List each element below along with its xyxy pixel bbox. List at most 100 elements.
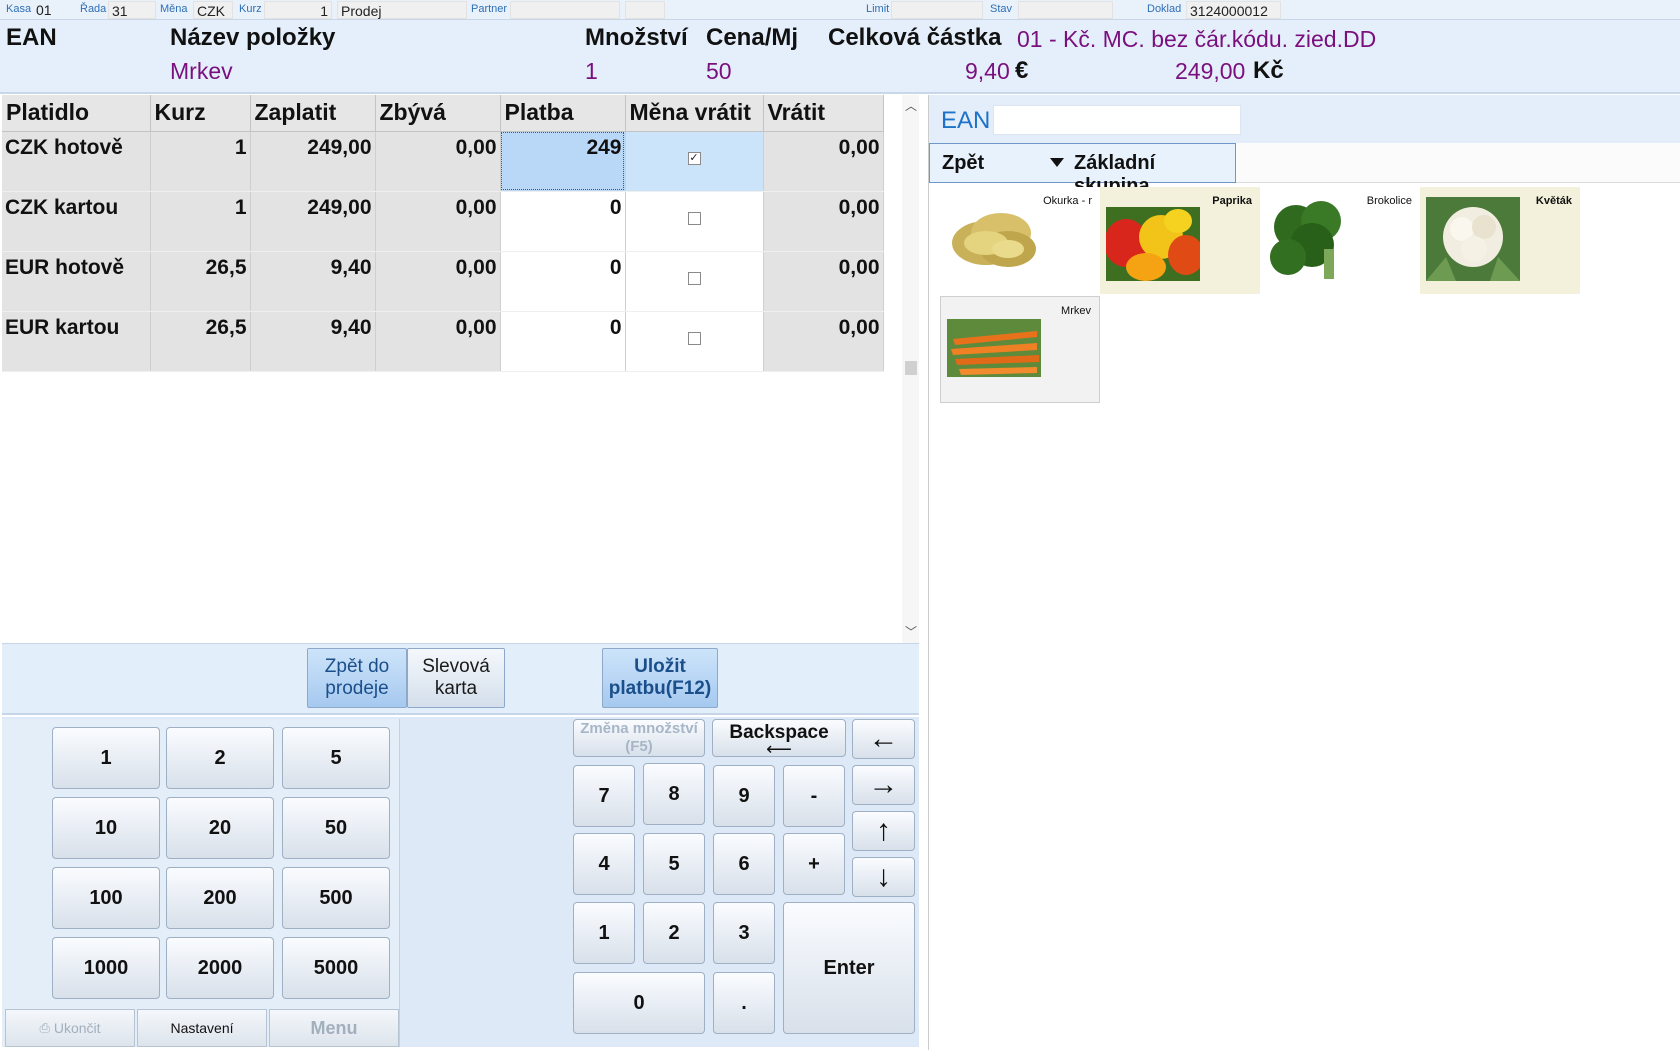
exit-icon: ⎙ [39,1020,50,1035]
return-currency-checkbox[interactable] [687,331,701,345]
kurz-cell: 26,5 [150,251,251,312]
amount-key-1000[interactable]: 1000 [52,937,160,999]
menu-button[interactable]: Menu [269,1009,399,1047]
amount-key-10[interactable]: 10 [52,797,160,859]
cauliflower-image [1426,197,1520,281]
amount-key-5000[interactable]: 5000 [282,937,390,999]
col-mena-vratit[interactable]: Měna vrátit [625,95,764,132]
total-heading: Celková částka [828,24,1002,51]
scroll-up-icon[interactable]: ︿ [905,97,917,114]
arrow-right-icon[interactable]: → [852,765,915,805]
item-name-heading: Název položky [170,24,336,51]
ean-search-row: EAN [929,95,1680,143]
product-tile-okurka[interactable]: Okurka - r [940,187,1100,294]
numpad-key-minus[interactable]: - [783,765,845,827]
arrow-down-icon[interactable]: ↓ [852,857,915,897]
col-kurz[interactable]: Kurz [150,95,251,132]
vratit-cell: 0,00 [763,251,884,312]
discount-card-button[interactable]: Slevová karta [407,648,505,708]
numpad-key-7[interactable]: 7 [573,765,635,827]
pos-payment-window: Kasa 01 Řada 31 Měna CZK Kurz 1 Prodej P… [0,0,1680,1050]
col-platidlo[interactable]: Platidlo [2,95,151,132]
product-tile-brokolice[interactable]: Brokolice [1260,187,1420,294]
enter-button[interactable]: Enter [783,902,915,1034]
numpad-key-2[interactable]: 2 [643,902,705,964]
product-name: Paprika [1212,195,1252,207]
col-zbyva[interactable]: Zbývá [375,95,501,132]
product-name: Brokolice [1366,195,1412,207]
col-platba[interactable]: Platba [500,95,626,132]
platba-cell[interactable]: 0 [500,191,626,252]
arrow-up-icon[interactable]: ↑ [852,811,915,851]
pickle-image [946,197,1040,281]
amount-key-100[interactable]: 100 [52,867,160,929]
amount-key-500[interactable]: 500 [282,867,390,929]
kurz-value: 1 [264,1,332,19]
platidlo-cell: CZK kartou [2,191,151,252]
product-tile-paprika[interactable]: Paprika [1100,187,1260,294]
numpad-key-dot[interactable]: . [713,972,775,1034]
partner-label: Partner [471,3,508,15]
group-back-label: Zpět [942,152,985,174]
numpad-key-1[interactable]: 1 [573,902,635,964]
product-tile-kvetak[interactable]: Květák [1420,187,1580,294]
kurz-label: Kurz [239,3,262,15]
arrow-left-icon[interactable]: ← [852,719,915,759]
scroll-down-icon[interactable]: ﹀ [905,623,917,640]
amount-key-2[interactable]: 2 [166,727,274,789]
zbyva-cell: 0,00 [375,311,501,372]
mena-vratit-cell[interactable] [625,311,764,372]
table-row[interactable]: EUR hotově 26,5 9,40 0,00 0 0,00 [2,251,884,312]
scroll-thumb[interactable] [905,361,917,375]
grid-scrollbar[interactable]: ︿ ﹀ [902,95,919,643]
amount-key-50[interactable]: 50 [282,797,390,859]
return-currency-checkbox[interactable] [687,271,701,285]
table-row[interactable]: EUR kartou 26,5 9,40 0,00 0 0,00 [2,311,884,372]
zaplatit-cell: 249,00 [250,131,376,192]
czk-symbol: Kč [1253,57,1284,84]
amount-keys-panel: 1 2 5 10 20 50 100 200 500 1000 2000 500… [2,719,400,1047]
col-vratit[interactable]: Vrátit [763,95,884,132]
return-currency-checkbox[interactable]: ✓ [687,151,701,165]
numpad-key-plus[interactable]: + [783,833,845,895]
carrot-image [947,319,1041,377]
item-name-value: Mrkev [170,58,233,84]
mena-vratit-cell[interactable] [625,191,764,252]
exit-button[interactable]: ⎙ Ukončit [5,1009,135,1047]
numpad-key-4[interactable]: 4 [573,833,635,895]
amount-key-5[interactable]: 5 [282,727,390,789]
group-back-button[interactable]: Zpět Základní skupina [929,143,1236,197]
return-currency-checkbox[interactable] [687,211,701,225]
product-tile-mrkev[interactable]: Mrkev [940,296,1100,403]
mena-vratit-cell[interactable]: ✓ [625,131,764,192]
amount-key-2000[interactable]: 2000 [166,937,274,999]
mena-vratit-cell[interactable] [625,251,764,312]
vratit-cell: 0,00 [763,311,884,372]
numpad-key-8[interactable]: 8 [643,763,705,825]
table-row[interactable]: CZK kartou 1 249,00 0,00 0 0,00 [2,191,884,252]
numpad-key-3[interactable]: 3 [713,902,775,964]
numpad-key-9[interactable]: 9 [713,765,775,827]
numpad-key-5[interactable]: 5 [643,833,705,895]
partner-field[interactable] [510,1,620,19]
ean-search-input[interactable] [993,105,1241,135]
back-to-sale-button[interactable]: Zpět do prodeje [307,648,407,708]
save-payment-button[interactable]: Uložit platbu(F12) [602,648,718,708]
col-zaplatit[interactable]: Zaplatit [250,95,376,132]
table-row[interactable]: CZK hotově 1 249,00 0,00 249 ✓ 0,00 [2,131,884,192]
quantity-value: 1 [585,58,598,84]
product-panel: EAN Zpět Základní skupina Okurka - r Pap… [928,95,1680,1050]
platba-cell[interactable]: 0 [500,251,626,312]
platba-cell[interactable]: 0 [500,311,626,372]
zaplatit-cell: 249,00 [250,191,376,252]
amount-key-200[interactable]: 200 [166,867,274,929]
backspace-button[interactable]: Backspace ⟵ [712,719,846,758]
amount-key-1[interactable]: 1 [52,727,160,789]
platba-cell[interactable]: 249 [500,131,626,192]
numpad-key-6[interactable]: 6 [713,833,775,895]
change-quantity-button[interactable]: Změna množství (F5) [573,719,705,757]
settings-button[interactable]: Nastavení [137,1009,267,1047]
amount-key-20[interactable]: 20 [166,797,274,859]
numpad-key-0[interactable]: 0 [573,972,705,1034]
mena-label: Měna [160,3,188,15]
